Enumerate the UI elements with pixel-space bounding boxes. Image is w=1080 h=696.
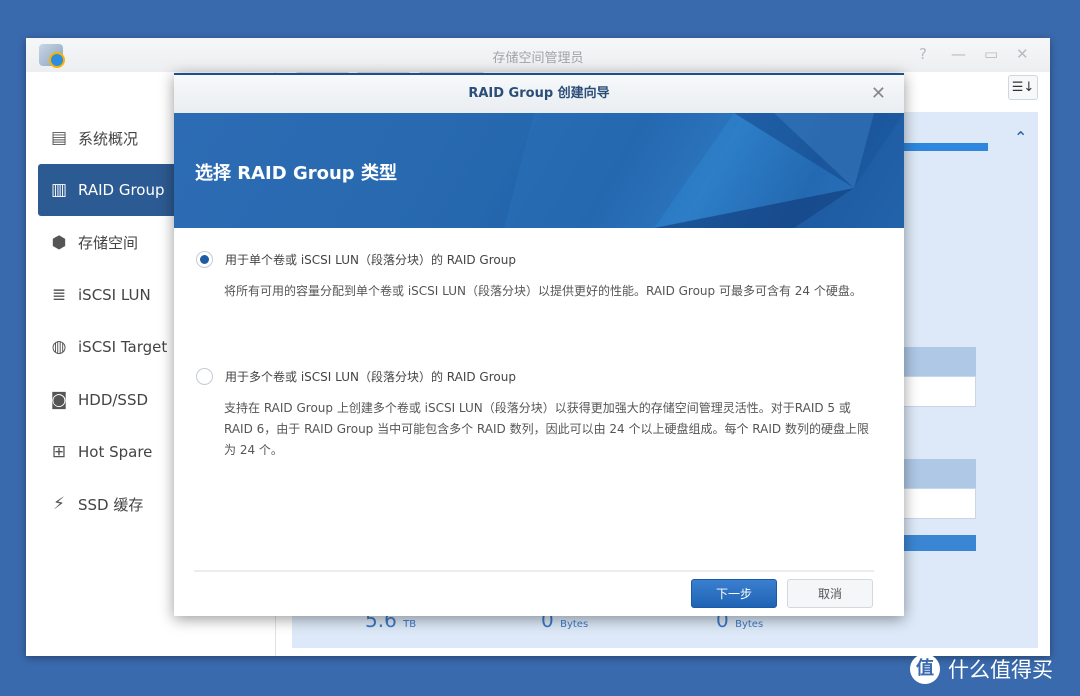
maximize-button[interactable]: ▭ — [984, 45, 998, 63]
wizard-banner: 选择 RAID Group 类型 — [174, 113, 904, 228]
watermark-text: 什么值得买 — [948, 658, 1053, 682]
raid-icon: ▥ — [50, 180, 68, 201]
chevron-up-icon[interactable]: ⌃ — [1014, 128, 1027, 147]
option-description: 支持在 RAID Group 上创建多个卷或 iSCSI LUN（段落分块）以获… — [224, 401, 869, 457]
database-icon: ≣ — [51, 284, 67, 305]
plus-box-icon: ⊞ — [51, 441, 67, 462]
dialog-title: RAID Group 创建向导 — [468, 86, 610, 101]
help-icon[interactable]: ? — [919, 45, 927, 63]
watermark: 值 什么值得买 — [910, 654, 1053, 684]
sort-button[interactable]: ☰↓ — [1008, 75, 1038, 100]
table-header — [892, 347, 976, 376]
cancel-button[interactable]: 取消 — [787, 579, 873, 608]
ssd-icon: ⚡ — [53, 494, 65, 515]
watermark-logo: 值 — [910, 654, 940, 684]
table-row[interactable] — [892, 376, 976, 407]
raid-group-wizard-dialog: RAID Group 创建向导 ✕ 选择 RAID Group 类型 用于单个卷… — [174, 73, 904, 616]
cubes-icon: ⬢ — [51, 232, 67, 253]
radio-button[interactable] — [196, 251, 213, 268]
sidebar-item-label: iSCSI Target — [78, 338, 168, 357]
table-header — [892, 459, 976, 488]
sidebar-item-label: RAID Group — [78, 181, 165, 200]
close-window-button[interactable]: ✕ — [1016, 45, 1029, 63]
capacity-bar — [892, 143, 988, 151]
next-button[interactable]: 下一步 — [691, 579, 777, 608]
sidebar-item-label: 存储空间 — [78, 234, 139, 253]
dialog-header: RAID Group 创建向导 ✕ — [174, 75, 904, 113]
hdd-icon: ◙ — [50, 389, 68, 410]
option-single-volume[interactable]: 用于单个卷或 iSCSI LUN（段落分块）的 RAID Group — [196, 251, 516, 268]
sidebar-item-label: iSCSI LUN — [78, 285, 151, 304]
sidebar-item-label: HDD/SSD — [78, 390, 149, 409]
sidebar-item-label: SSD 缓存 — [78, 495, 144, 514]
wizard-heading: 选择 RAID Group 类型 — [195, 163, 397, 184]
divider — [194, 570, 874, 572]
option-multiple-volumes[interactable]: 用于多个卷或 iSCSI LUN（段落分块）的 RAID Group — [196, 368, 516, 385]
close-icon[interactable]: ✕ — [871, 75, 886, 113]
table-row[interactable] — [892, 488, 976, 519]
usage-bar — [892, 535, 976, 551]
window-title: 存储空间管理员 — [492, 51, 584, 66]
title-bar: 存储空间管理员 ? — ▭ ✕ — [26, 38, 1050, 72]
globe-icon: ◍ — [51, 337, 67, 358]
option-label: 用于单个卷或 iSCSI LUN（段落分块）的 RAID Group — [225, 253, 516, 267]
radio-button[interactable] — [196, 368, 213, 385]
sidebar-item-label: Hot Spare — [78, 442, 153, 461]
option-label: 用于多个卷或 iSCSI LUN（段落分块）的 RAID Group — [225, 370, 516, 384]
overview-icon: ▤ — [50, 128, 68, 148]
sidebar-item-label: 系统概况 — [78, 129, 139, 148]
minimize-button[interactable]: — — [951, 45, 966, 63]
option-description: 将所有可用的容量分配到单个卷或 iSCSI LUN（段落分块）以提供更好的性能。… — [224, 284, 862, 298]
